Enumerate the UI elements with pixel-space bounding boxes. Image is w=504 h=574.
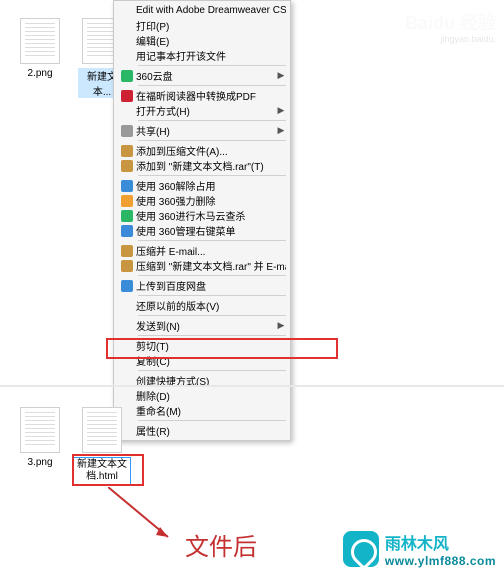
menu-item-0[interactable]: Edit with Adobe Dreamweaver CS6 (114, 3, 290, 18)
blue-icon (118, 224, 136, 238)
menu-separator (138, 175, 286, 176)
menu-item-label: 编辑(E) (136, 33, 286, 48)
chevron-right-icon: ▶ (276, 70, 286, 81)
menu-separator (138, 85, 286, 86)
menu-item-label: 发送到(N) (136, 318, 276, 333)
menu-item-27[interactable]: 发送到(N)▶ (114, 318, 290, 333)
file-2png[interactable]: 2.png (16, 18, 64, 79)
menu-separator (138, 370, 286, 371)
brand-name: 雨林木风 (385, 530, 496, 554)
blank-icon (118, 19, 136, 33)
green-icon (118, 209, 136, 223)
menu-item-label: 压缩到 "新建文本文档.rar" 并 E-mail (136, 258, 286, 273)
360-icon (118, 69, 136, 83)
menu-item-label: 复制(C) (136, 353, 286, 368)
watermark: Baidu 经验 jingyan.baidu. (405, 13, 496, 45)
menu-separator (138, 120, 286, 121)
menu-item-30[interactable]: 复制(C) (114, 353, 290, 368)
file-thumb (20, 18, 60, 64)
menu-item-2[interactable]: 编辑(E) (114, 33, 290, 48)
menu-item-5[interactable]: 360云盘▶ (114, 68, 290, 83)
menu-item-25[interactable]: 还原以前的版本(V) (114, 298, 290, 313)
menu-item-label: Edit with Adobe Dreamweaver CS6 (136, 5, 286, 16)
brand-icon (343, 531, 379, 567)
file-newhtml[interactable]: 新建文本文档.html (78, 407, 126, 485)
blank-icon (118, 354, 136, 368)
menu-item-7[interactable]: 在福昕阅读器中转换成PDF (114, 88, 290, 103)
menu-item-label: 打印(P) (136, 18, 286, 33)
menu-item-label: 还原以前的版本(V) (136, 298, 286, 313)
context-menu: Edit with Adobe Dreamweaver CS6 打印(P)编辑(E… (113, 0, 291, 441)
menu-separator (138, 240, 286, 241)
brand-url: www.ylmf888.com (385, 554, 496, 568)
blank-icon (118, 319, 136, 333)
file-thumb (82, 407, 122, 453)
blank-icon (118, 4, 136, 18)
menu-item-label: 剪切(T) (136, 338, 286, 353)
chevron-right-icon: ▶ (276, 105, 286, 116)
blank-icon (118, 339, 136, 353)
menu-separator (138, 335, 286, 336)
menu-item-12[interactable]: 添加到压缩文件(A)... (114, 143, 290, 158)
brand-badge: 雨林木风 www.ylmf888.com (343, 530, 496, 568)
menu-separator (138, 295, 286, 296)
menu-item-8[interactable]: 打开方式(H)▶ (114, 103, 290, 118)
menu-separator (138, 315, 286, 316)
rename-input[interactable]: 新建文本文档.html (73, 457, 131, 485)
zip-icon (118, 259, 136, 273)
pdf-icon (118, 89, 136, 103)
menu-item-label: 使用 360解除占用 (136, 178, 286, 193)
file-label: 3.png (16, 457, 64, 468)
menu-item-label: 添加到 "新建文本文档.rar"(T) (136, 158, 286, 173)
menu-item-label: 上传到百度网盘 (136, 278, 286, 293)
menu-item-29[interactable]: 剪切(T) (114, 338, 290, 353)
zip-icon (118, 244, 136, 258)
menu-separator (138, 275, 286, 276)
menu-item-13[interactable]: 添加到 "新建文本文档.rar"(T) (114, 158, 290, 173)
chevron-right-icon: ▶ (276, 125, 286, 136)
cloud-icon (118, 279, 136, 293)
orange-icon (118, 194, 136, 208)
menu-item-17[interactable]: 使用 360进行木马云查杀 (114, 208, 290, 223)
menu-item-18[interactable]: 使用 360管理右键菜单 (114, 223, 290, 238)
menu-item-1[interactable]: 打印(P) (114, 18, 290, 33)
menu-item-label: 使用 360强力删除 (136, 193, 286, 208)
blank-icon (118, 49, 136, 63)
blue-icon (118, 179, 136, 193)
menu-item-label: 压缩并 E-mail... (136, 243, 286, 258)
menu-item-label: 在福昕阅读器中转换成PDF (136, 88, 286, 103)
menu-item-label: 360云盘 (136, 68, 276, 83)
file-thumb (20, 407, 60, 453)
menu-item-16[interactable]: 使用 360强力删除 (114, 193, 290, 208)
menu-item-label: 用记事本打开该文件 (136, 48, 286, 63)
file-label: 2.png (16, 68, 64, 79)
file-3png[interactable]: 3.png (16, 407, 64, 468)
menu-item-23[interactable]: 上传到百度网盘 (114, 278, 290, 293)
zip-icon (118, 159, 136, 173)
menu-item-21[interactable]: 压缩到 "新建文本文档.rar" 并 E-mail (114, 258, 290, 273)
blank-icon (118, 34, 136, 48)
menu-item-label: 使用 360管理右键菜单 (136, 223, 286, 238)
menu-item-10[interactable]: 共享(H)▶ (114, 123, 290, 138)
zip-icon (118, 144, 136, 158)
menu-separator (138, 65, 286, 66)
blank-icon (118, 299, 136, 313)
chevron-right-icon: ▶ (276, 320, 286, 331)
menu-item-20[interactable]: 压缩并 E-mail... (114, 243, 290, 258)
menu-item-label: 共享(H) (136, 123, 276, 138)
menu-item-15[interactable]: 使用 360解除占用 (114, 178, 290, 193)
menu-item-label: 打开方式(H) (136, 103, 276, 118)
callout-arrow (108, 487, 178, 547)
blank-icon (118, 104, 136, 118)
menu-item-3[interactable]: 用记事本打开该文件 (114, 48, 290, 63)
share-icon (118, 124, 136, 138)
annotation-text: 文件后 (185, 527, 257, 562)
menu-item-label: 添加到压缩文件(A)... (136, 143, 286, 158)
menu-item-label: 使用 360进行木马云查杀 (136, 208, 286, 223)
menu-separator (138, 140, 286, 141)
